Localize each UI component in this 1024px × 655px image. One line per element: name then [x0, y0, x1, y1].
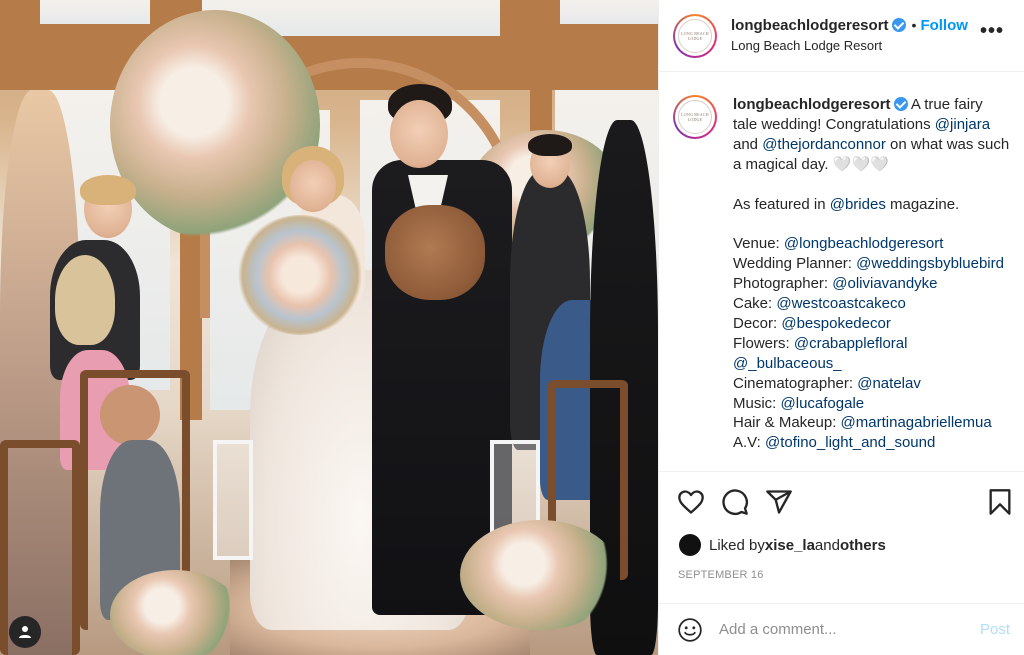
credit-label: Wedding Planner: — [733, 255, 857, 273]
credit-line: Cake: @westcoastcakeco — [733, 294, 1010, 314]
featured-suffix: magazine. — [885, 195, 960, 213]
user-tag-icon[interactable] — [9, 616, 41, 648]
mention-link[interactable]: @longbeachlodgeresort — [784, 235, 944, 252]
resort-logo: LONG BEACH LODGE — [678, 100, 712, 134]
groom-face — [390, 100, 448, 168]
mention-link[interactable]: @bespokedecor — [781, 315, 890, 332]
caption-fragment: and — [733, 135, 763, 153]
credit-label: Cinematographer: — [733, 374, 858, 392]
separator-dot: • — [911, 17, 917, 33]
caption-username[interactable]: longbeachlodgeresort — [733, 96, 891, 113]
credit-label: Music: — [733, 394, 781, 412]
credit-label: Hair & Makeup: — [733, 414, 841, 432]
account-avatar[interactable]: LONG BEACH LODGE — [673, 13, 717, 58]
credit-line: Wedding Planner: @weddingsbybluebird — [733, 254, 1010, 274]
credit-label: Photographer: — [733, 275, 833, 293]
paper-plane-icon[interactable] — [765, 488, 793, 516]
mention-link[interactable]: @brides — [830, 196, 886, 213]
mention-link[interactable]: @oliviavandyke — [832, 275, 937, 292]
avatar-inner: LONG BEACH LODGE — [675, 97, 715, 137]
credit-line: Flowers: @crabapplefloral @_bulbaceous_ — [733, 334, 1010, 374]
caption-intro: longbeachlodgeresort A true fairy tale w… — [733, 95, 1010, 175]
post-date[interactable]: SEPTEMBER 16 — [678, 569, 764, 581]
featured-prefix: As featured in — [733, 195, 830, 213]
liker-avatar[interactable] — [679, 534, 701, 556]
guest-hair — [55, 255, 115, 345]
credit-line: Music: @lucafogale — [733, 394, 1010, 414]
bookmark-icon[interactable] — [986, 488, 1014, 516]
post-header: LONG BEACH LODGE longbeachlodgeresort • Fo… — [659, 0, 1024, 72]
caption-row: LONG BEACH LODGE longbeachlodgeresort A … — [673, 95, 1010, 453]
puppy — [385, 205, 485, 300]
likes-prefix: Liked by — [709, 536, 765, 554]
mention-link[interactable]: @natelav — [857, 375, 921, 392]
guest-hair — [80, 175, 136, 205]
window-glass — [40, 0, 150, 24]
lantern — [213, 440, 253, 560]
credit-line: A.V: @tofino_light_and_sound — [733, 433, 1010, 453]
mention-link[interactable]: @jinjara — [935, 116, 990, 133]
credit-label: Decor: — [733, 314, 782, 332]
add-comment-bar: Post — [659, 603, 1024, 655]
credit-line: Decor: @bespokedecor — [733, 314, 1010, 334]
post-side-panel: LONG BEACH LODGE longbeachlodgeresort • Fo… — [658, 0, 1024, 655]
arch-flowers — [110, 10, 320, 240]
likes-others-link[interactable]: others — [840, 537, 886, 554]
likes-middle: and — [814, 536, 840, 554]
mention-link[interactable]: @weddingsbybluebird — [856, 255, 1004, 272]
verified-badge-icon — [891, 18, 906, 32]
comment-input[interactable] — [719, 621, 970, 638]
more-options-icon[interactable]: ••• — [980, 21, 1004, 41]
caption-gap — [733, 175, 1010, 195]
person-glyph — [19, 626, 31, 638]
credit-line: Venue: @longbeachlodgeresort — [733, 234, 1010, 254]
action-bar — [659, 471, 1024, 531]
liker-username[interactable]: xise_la — [765, 537, 815, 554]
aisle-flowers — [460, 520, 620, 630]
post-comment-button[interactable]: Post — [980, 621, 1010, 638]
credit-line: Photographer: @oliviavandyke — [733, 274, 1010, 294]
resort-logo-text: LONG BEACH LODGE — [681, 30, 709, 41]
bridal-bouquet — [235, 215, 365, 335]
credit-label: A.V: — [733, 434, 765, 452]
comments-area[interactable]: LONG BEACH LODGE longbeachlodgeresort A … — [659, 73, 1024, 470]
header-names: longbeachlodgeresort • Follow Long Beach L… — [731, 15, 968, 56]
account-username[interactable]: longbeachlodgeresort — [731, 17, 889, 34]
window-glass — [560, 0, 658, 24]
mention-link[interactable]: @westcoastcakeco — [776, 295, 905, 312]
credit-label: Cake: — [733, 295, 777, 313]
resort-logo-text: LONG BEACH LODGE — [681, 112, 709, 122]
mention-link[interactable]: @tofino_light_and_sound — [765, 434, 935, 451]
post-location[interactable]: Long Beach Lodge Resort — [731, 36, 968, 56]
credit-label: Venue: — [733, 235, 784, 253]
mention-link[interactable]: @thejordanconnor — [762, 136, 886, 153]
guest-hair — [528, 134, 572, 156]
credit-line: Cinematographer: @natelav — [733, 374, 1010, 394]
post-photo[interactable] — [0, 0, 658, 655]
follow-button[interactable]: Follow — [920, 17, 968, 34]
credits-list: Venue: @longbeachlodgeresort Wedding Plan… — [733, 234, 1010, 453]
credit-line: Hair & Makeup: @martinagabriellemua — [733, 413, 1010, 433]
likes-summary: Liked by xise_la and others — [679, 534, 886, 556]
aisle-flowers — [110, 570, 240, 655]
mention-link[interactable]: @martinagabriellemua — [841, 414, 992, 431]
resort-logo: LONG BEACH LODGE — [678, 18, 712, 53]
avatar-inner: LONG BEACH LODGE — [675, 15, 715, 56]
verified-badge-icon — [893, 97, 908, 111]
emoji-icon[interactable] — [677, 617, 703, 643]
caption-avatar[interactable]: LONG BEACH LODGE — [673, 95, 717, 139]
mention-link[interactable]: @lucafogale — [781, 395, 865, 412]
bride-face — [290, 160, 336, 212]
credit-label: Flowers: — [733, 334, 794, 352]
comment-bubble-icon[interactable] — [721, 488, 749, 516]
heart-icon[interactable] — [677, 488, 705, 516]
caption-gap — [733, 214, 1010, 234]
featured-line: As featured in @brides magazine. — [733, 195, 1010, 215]
post-caption: longbeachlodgeresort A true fairy tale w… — [733, 95, 1010, 453]
